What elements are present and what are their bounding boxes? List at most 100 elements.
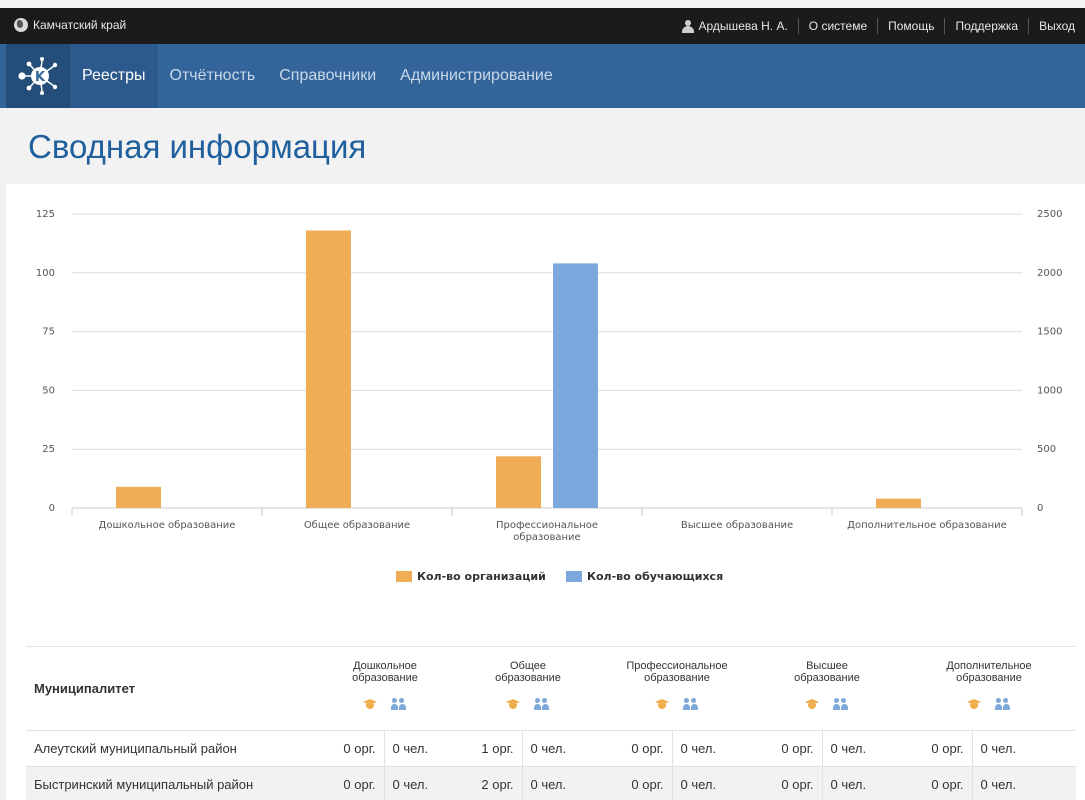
y-tick-right: 1500 [1037, 327, 1062, 338]
header-category: Дополнительное образование [902, 647, 1076, 731]
header-category: Дошкольное образование [316, 647, 454, 731]
org-count: 0 орг. [602, 730, 673, 767]
region-label: Камчатский край [33, 18, 127, 32]
x-category-label: Профессиональное [496, 520, 598, 531]
municipality-name[interactable]: Быстринский муниципальный район [26, 766, 316, 800]
header-label: образование [794, 672, 860, 684]
student-count: 0 чел. [972, 730, 1076, 767]
support-link[interactable]: Поддержка [944, 18, 1028, 34]
region-selector[interactable]: Камчатский край [14, 18, 126, 32]
people-icon [391, 698, 407, 710]
bar-organizations [496, 456, 541, 508]
org-count: 1 орг. [454, 730, 523, 767]
student-count: 0 чел. [672, 766, 752, 800]
x-category-label: Общее образование [304, 520, 410, 531]
top-bar: Камчатский край Ардышева Н. А. О системе… [0, 8, 1085, 44]
org-count: 0 орг. [316, 730, 385, 767]
user-menu[interactable]: Ардышева Н. А. [672, 18, 798, 34]
student-count: 0 чел. [522, 730, 602, 767]
municipality-name[interactable]: Алеутский муниципальный район [26, 730, 316, 767]
org-count: 0 орг. [902, 766, 973, 800]
table-row[interactable]: Алеутский муниципальный район 0 орг. 0 ч… [26, 730, 1076, 767]
student-count: 0 чел. [972, 766, 1076, 800]
y-tick-left: 0 [49, 503, 55, 514]
summary-table-wrap: Муниципалитет Дошкольное образование Общ… [26, 646, 1076, 800]
people-icon [683, 698, 699, 710]
logo-icon: K [18, 57, 58, 95]
table-row[interactable]: Быстринский муниципальный район 0 орг. 0… [26, 766, 1076, 800]
org-count: 0 орг. [602, 766, 673, 800]
y-tick-left: 100 [36, 268, 55, 279]
student-count: 0 чел. [384, 766, 454, 800]
org-count: 2 орг. [454, 766, 523, 800]
main-nav: K Реестры Отчётность Справочники Админис… [0, 44, 1085, 108]
graduation-cap-icon [967, 698, 981, 710]
nav-directories[interactable]: Справочники [267, 44, 388, 108]
org-count: 0 орг. [316, 766, 385, 800]
org-count: 0 орг. [902, 730, 973, 767]
globe-icon [14, 18, 28, 32]
legend-swatch [566, 571, 582, 582]
header-label: Высшее [806, 660, 848, 672]
header-label: образование [352, 672, 418, 684]
y-tick-right: 500 [1037, 444, 1056, 455]
y-tick-right: 2500 [1037, 209, 1062, 220]
svg-text:K: K [35, 70, 46, 85]
people-icon [534, 698, 550, 710]
student-count: 0 чел. [822, 766, 902, 800]
student-count: 0 чел. [822, 730, 902, 767]
nav-registers[interactable]: Реестры [70, 44, 158, 108]
graduation-cap-icon [805, 698, 819, 710]
nav-administration[interactable]: Администрирование [388, 44, 565, 108]
people-icon [995, 698, 1011, 710]
user-name: Ардышева Н. А. [698, 19, 788, 33]
legend-swatch [396, 571, 412, 582]
legend-label: Кол-во организаций [417, 570, 546, 583]
bar-organizations [876, 498, 921, 508]
graduation-cap-icon [506, 698, 520, 710]
header-label: образование [956, 672, 1022, 684]
x-category-label: Высшее образование [681, 520, 793, 531]
y-tick-right: 0 [1037, 503, 1043, 514]
top-links: Ардышева Н. А. О системе Помощь Поддержк… [672, 8, 1085, 44]
header-category: Общее образование [454, 647, 602, 731]
student-count: 0 чел. [522, 766, 602, 800]
header-municipality[interactable]: Муниципалитет [26, 647, 316, 731]
header-category: Высшее образование [752, 647, 902, 731]
title-bar: Сводная информация [0, 108, 1085, 184]
y-tick-left: 50 [42, 385, 55, 396]
nav-reports[interactable]: Отчётность [158, 44, 268, 108]
bar-students [553, 263, 598, 508]
logo[interactable]: K [6, 44, 70, 108]
header-label: Профессиональное [626, 660, 728, 672]
y-tick-left: 125 [36, 209, 55, 220]
header-label: образование [644, 672, 710, 684]
header-label: Дошкольное [353, 660, 417, 672]
y-tick-left: 75 [42, 327, 55, 338]
header-label: Общее [509, 660, 547, 672]
org-count: 0 орг. [752, 730, 823, 767]
y-tick-left: 25 [42, 444, 55, 455]
people-icon [833, 698, 849, 710]
summary-chart: 0 0 25 500 50 1000 75 1500 100 2000 125 2500 Дошколь… [36, 209, 1063, 583]
help-link[interactable]: Помощь [877, 18, 944, 34]
about-link[interactable]: О системе [797, 18, 877, 34]
logout-link[interactable]: Выход [1028, 18, 1085, 34]
legend-label: Кол-во обучающихся [587, 570, 723, 583]
y-tick-right: 2000 [1037, 268, 1062, 279]
bar-organizations [306, 230, 351, 509]
x-category-label: образование [513, 532, 580, 543]
summary-table: Муниципалитет Дошкольное образование Общ… [26, 646, 1076, 800]
graduation-cap-icon [655, 698, 669, 710]
table-header: Муниципалитет Дошкольное образование Общ… [26, 646, 1076, 731]
y-tick-right: 1000 [1037, 385, 1062, 396]
x-category-label: Дополнительное образование [847, 520, 1007, 531]
student-count: 0 чел. [384, 730, 454, 767]
header-label: образование [495, 672, 561, 684]
student-count: 0 чел. [672, 730, 752, 767]
bar-organizations [116, 486, 161, 508]
header-label: Дополнительное [946, 660, 1032, 672]
org-count: 0 орг. [752, 766, 823, 800]
x-category-label: Дошкольное образование [99, 520, 236, 531]
graduation-cap-icon [363, 698, 377, 710]
